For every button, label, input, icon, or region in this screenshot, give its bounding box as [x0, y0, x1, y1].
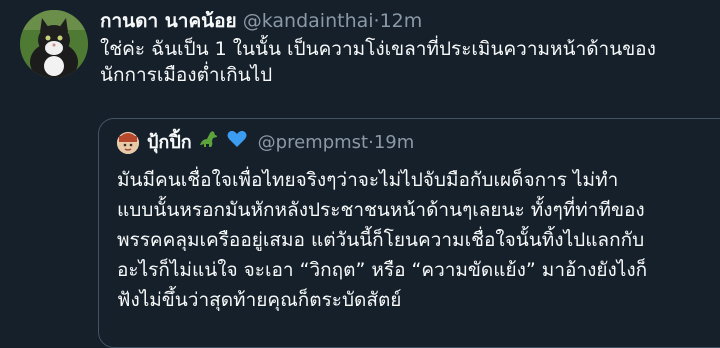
- quoted-tweet[interactable]: ปุ้กปิ้ก @prempmst·19m มันมีคนเชื่อใจเพื…: [98, 118, 720, 348]
- face-avatar-image: [117, 132, 139, 154]
- tweet[interactable]: กานดา นาคน้อย @kandainthai·12m ใช่ค่ะ ฉั…: [0, 0, 720, 348]
- quoted-timestamp: 19m: [373, 132, 415, 153]
- quoted-text-line: พรรคคลุมเครืออยู่เสมอ แต่วันนี้ก็โยนความ…: [117, 229, 645, 251]
- tweet-text: ใช่ค่ะ ฉันเป็น 1 ในนั้น เป็นความโง่เขลาท…: [100, 36, 710, 88]
- cat-avatar-image: [20, 10, 88, 78]
- quoted-tweet-header: ปุ้กปิ้ก @prempmst·19m: [117, 129, 414, 157]
- quoted-text-line: อะไรก็ไม่แน่ใจ จะเอา “วิกฤต” หรือ “ความข…: [117, 259, 648, 281]
- tweet-text-line: ใช่ค่ะ ฉันเป็น 1 ในนั้น เป็นความโง่เขลาท…: [100, 38, 656, 60]
- blue-heart-emoji: [226, 129, 248, 157]
- quoted-tweet-text: มันมีคนเชื่อใจเพื่อไทยจริงๆว่าจะไม่ไปจับ…: [117, 165, 717, 315]
- quoted-handle-text: @prempmst: [257, 132, 369, 153]
- display-name[interactable]: กานดา นาคน้อย: [100, 10, 237, 32]
- quoted-avatar[interactable]: [117, 132, 139, 154]
- quoted-display-name[interactable]: ปุ้กปิ้ก: [147, 130, 192, 156]
- avatar[interactable]: [20, 10, 88, 78]
- quoted-text-line: แบบนั้นหรอกมันหักหลังประชาชนหน้าด้านๆเลย…: [117, 199, 645, 221]
- quoted-text-line: มันมีคนเชื่อใจเพื่อไทยจริงๆว่าจะไม่ไปจับ…: [117, 169, 619, 191]
- tweet-text-line: นักการเมืองต่ำเกินไป: [100, 64, 273, 86]
- timestamp[interactable]: 12m: [380, 10, 423, 32]
- handle[interactable]: @kandainthai: [243, 10, 374, 32]
- tweet-header: กานดา นาคน้อย @kandainthai·12m: [100, 8, 422, 34]
- dinosaur-emoji: [198, 129, 220, 157]
- quoted-text-line: ฟังไม่ขึ้นว่าสุดท้ายคุณก็ตระบัดสัตย์: [117, 289, 402, 311]
- quoted-handle[interactable]: @prempmst·19m: [258, 130, 415, 156]
